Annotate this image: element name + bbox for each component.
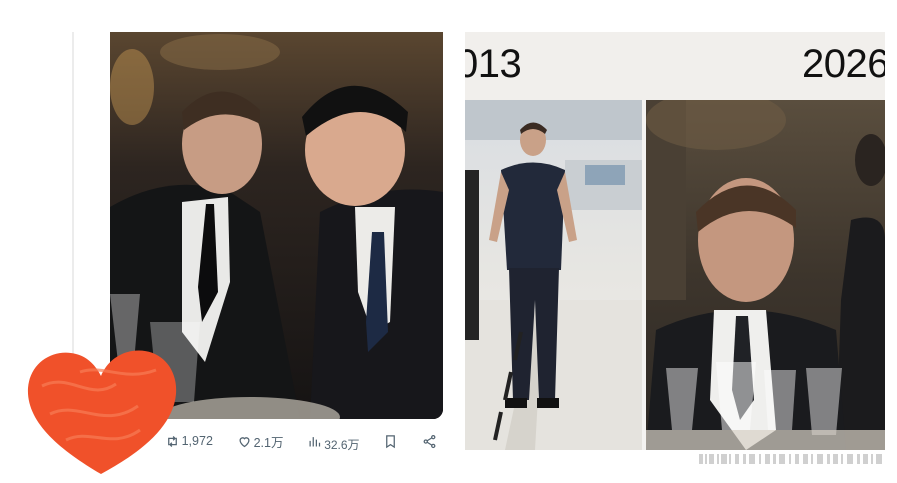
year-right-label: 2026 bbox=[802, 42, 885, 86]
heart-sticker-icon bbox=[27, 350, 177, 474]
watermark bbox=[699, 449, 884, 469]
bookmark-action[interactable] bbox=[383, 434, 398, 449]
views-action[interactable]: 32.6万 bbox=[307, 433, 360, 452]
retweet-count: 1,972 bbox=[181, 434, 213, 448]
share-icon bbox=[423, 434, 436, 448]
views-count: 32.6万 bbox=[324, 437, 360, 452]
bar-chart-icon bbox=[309, 436, 321, 446]
watermark-image bbox=[699, 454, 882, 464]
year-header: 013 2026 bbox=[465, 32, 885, 100]
year-left-label: 013 bbox=[465, 42, 522, 86]
photo-then-image bbox=[465, 100, 642, 450]
like-action[interactable]: 2.1万 bbox=[237, 432, 284, 451]
photo-now-image bbox=[646, 100, 885, 450]
heart-icon bbox=[239, 436, 250, 447]
photo-then bbox=[465, 100, 642, 450]
like-count: 2.1万 bbox=[253, 435, 284, 450]
bookmark-icon bbox=[386, 434, 396, 448]
share-action[interactable] bbox=[422, 434, 437, 449]
comparison-image: 013 2026 bbox=[465, 32, 885, 450]
photo-now bbox=[646, 100, 885, 450]
tweet-card: 39 1,972 2.1万 32.6万 bbox=[0, 0, 455, 483]
